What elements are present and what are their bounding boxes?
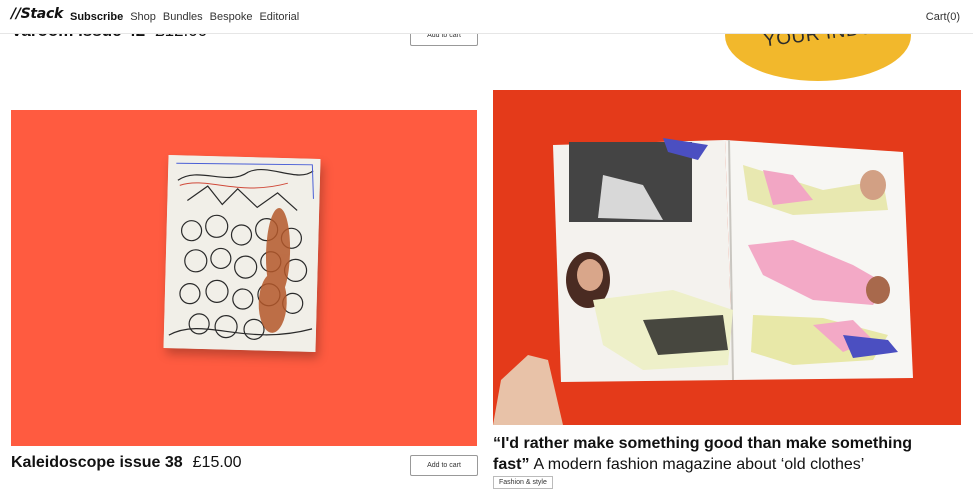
editorial-image[interactable] bbox=[493, 90, 961, 425]
product-title[interactable]: Kaleidoscope issue 38 £15.00 bbox=[11, 454, 242, 472]
nav-item-editorial[interactable]: Editorial bbox=[259, 11, 299, 23]
product-price: £15.00 bbox=[192, 454, 242, 471]
editorial-headline[interactable]: “I'd rather make something good than mak… bbox=[493, 433, 963, 475]
nav-item-bespoke[interactable]: Bespoke bbox=[210, 11, 253, 23]
product-image[interactable] bbox=[11, 110, 477, 446]
cart-link[interactable]: Cart(0) bbox=[926, 11, 960, 23]
product-name: Kaleidoscope issue 38 bbox=[11, 454, 183, 471]
site-header: //Stack Subscribe Shop Bundles Bespoke E… bbox=[0, 0, 973, 34]
nav-item-bundles[interactable]: Bundles bbox=[163, 11, 203, 23]
category-tag[interactable]: Fashion & style bbox=[493, 476, 553, 489]
editorial-description: A modern fashion magazine about ‘old clo… bbox=[533, 456, 865, 473]
nav-item-shop[interactable]: Shop bbox=[130, 11, 156, 23]
open-magazine-photo bbox=[493, 90, 961, 425]
magazine-cover-drawing bbox=[163, 155, 321, 352]
site-logo[interactable]: //Stack bbox=[11, 6, 63, 22]
add-to-cart-button[interactable]: Add to cart bbox=[410, 455, 478, 476]
magazine-cover-image bbox=[163, 155, 321, 352]
nav-item-subscribe[interactable]: Subscribe bbox=[70, 11, 123, 23]
main-nav: Subscribe Shop Bundles Bespoke Editorial bbox=[70, 11, 299, 23]
